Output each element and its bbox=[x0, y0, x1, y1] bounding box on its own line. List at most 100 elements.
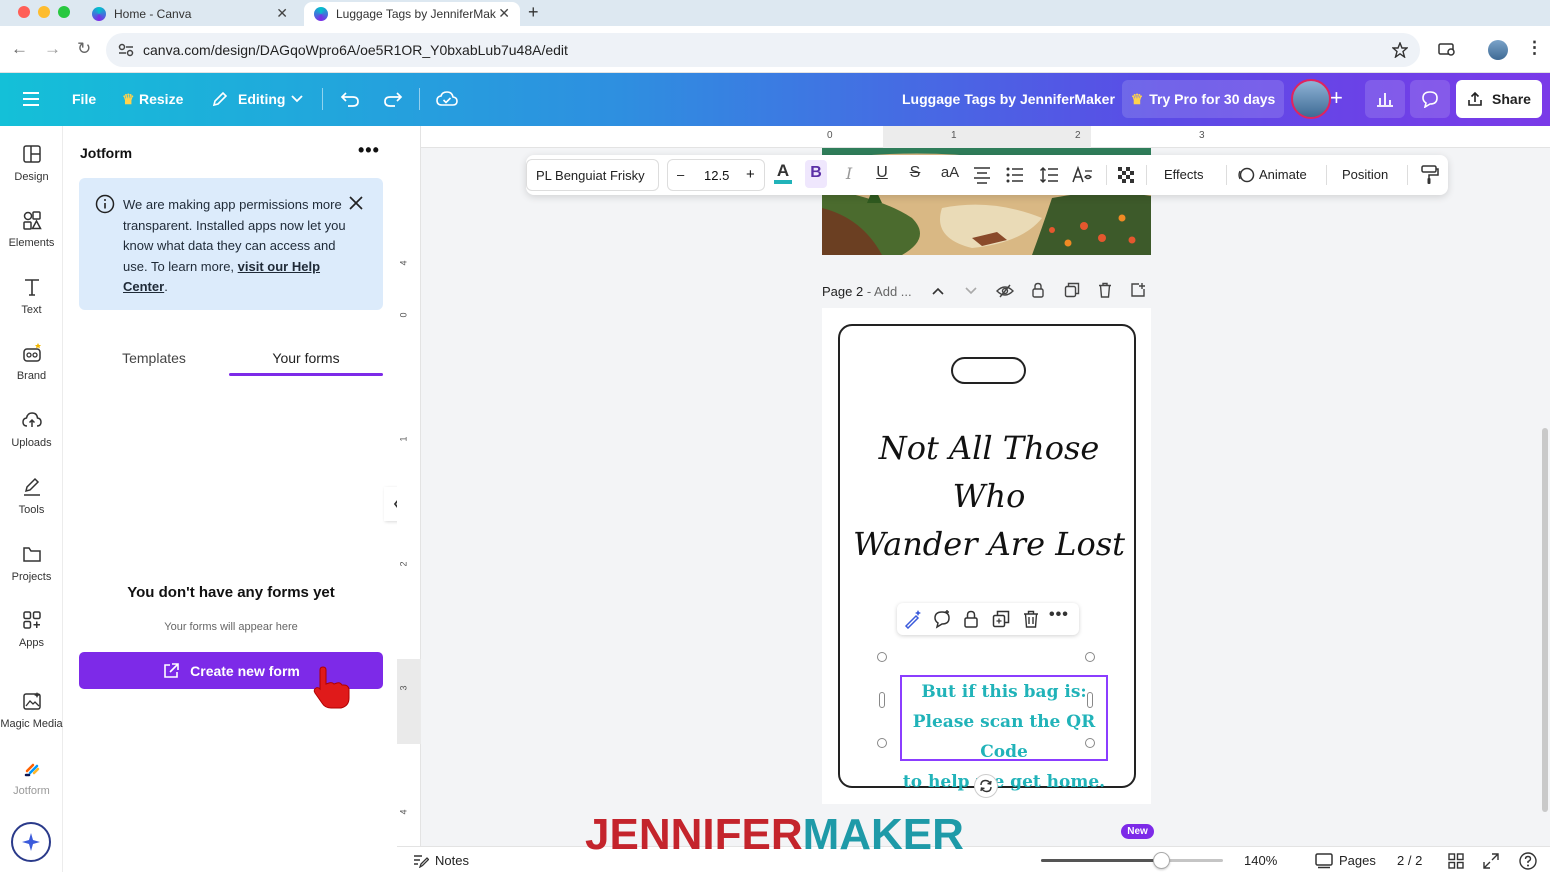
resize-handle-bottom-right[interactable] bbox=[1085, 738, 1095, 748]
page-2[interactable]: Not All Those Who Wander Are Lost But if… bbox=[822, 308, 1151, 804]
tag-slot-shape[interactable] bbox=[951, 357, 1026, 384]
tag-body-text[interactable]: But if this bag is: Please scan the QR C… bbox=[902, 677, 1106, 797]
bold-button[interactable]: B bbox=[805, 160, 827, 188]
delete-page-icon[interactable] bbox=[1098, 282, 1112, 298]
animate-button[interactable]: Animate bbox=[1259, 167, 1307, 182]
notes-icon[interactable] bbox=[413, 854, 429, 868]
pages-button[interactable]: Pages bbox=[1339, 853, 1376, 868]
resize-button[interactable]: Resize bbox=[139, 91, 183, 107]
notes-button[interactable]: Notes bbox=[435, 853, 469, 868]
page-title[interactable]: Page 2 - Add ... bbox=[822, 284, 912, 299]
profile-avatar[interactable] bbox=[1488, 40, 1508, 60]
tag-title-text[interactable]: Not All Those Who Wander Are Lost bbox=[840, 424, 1138, 568]
text-style-icon[interactable] bbox=[1072, 165, 1094, 185]
address-bar[interactable]: canva.com/design/DAGqoWpro6A/oe5R1OR_Y0b… bbox=[106, 33, 1420, 67]
align-center-icon[interactable] bbox=[973, 166, 991, 184]
transparency-icon[interactable] bbox=[1117, 166, 1135, 184]
hamburger-menu-icon[interactable] bbox=[23, 92, 39, 106]
chevron-up-icon[interactable] bbox=[932, 287, 944, 295]
redo-icon[interactable] bbox=[383, 90, 403, 108]
cloud-saved-icon[interactable] bbox=[436, 91, 458, 107]
strikethrough-button[interactable]: S bbox=[905, 164, 925, 182]
resize-handle-bottom-left[interactable] bbox=[877, 738, 887, 748]
share-button[interactable]: Share bbox=[1456, 80, 1542, 118]
fullscreen-icon[interactable] bbox=[1483, 853, 1499, 869]
line-spacing-icon[interactable] bbox=[1039, 166, 1059, 184]
copy-style-paint-roller-icon[interactable] bbox=[1421, 165, 1439, 185]
new-tab-button[interactable]: + bbox=[528, 2, 539, 23]
delete-element-icon[interactable] bbox=[1021, 609, 1041, 629]
more-options-icon[interactable]: ••• bbox=[358, 140, 380, 161]
site-settings-icon[interactable] bbox=[118, 43, 134, 57]
add-page-title[interactable]: - Add ... bbox=[863, 284, 912, 299]
chevron-down-icon[interactable] bbox=[291, 95, 303, 103]
magic-write-icon[interactable] bbox=[903, 609, 923, 629]
sidebar-item-elements[interactable]: Elements bbox=[0, 209, 63, 249]
duplicate-element-icon[interactable] bbox=[991, 609, 1011, 629]
resize-handle-right[interactable] bbox=[1087, 692, 1093, 708]
resize-handle-top-left[interactable] bbox=[877, 652, 887, 662]
bookmark-star-icon[interactable] bbox=[1392, 42, 1408, 58]
selected-text-box[interactable]: But if this bag is: Please scan the QR C… bbox=[900, 675, 1108, 792]
comments-button[interactable] bbox=[1410, 80, 1450, 118]
chevron-down-icon[interactable] bbox=[965, 287, 977, 295]
lock-icon[interactable] bbox=[1031, 282, 1045, 298]
help-icon[interactable] bbox=[1519, 852, 1537, 870]
letter-case-button[interactable]: aA bbox=[937, 164, 963, 181]
design-title[interactable]: Luggage Tags by JenniferMaker bbox=[902, 91, 1115, 107]
sidebar-item-projects[interactable]: Projects bbox=[0, 543, 63, 583]
cast-icon[interactable] bbox=[1438, 43, 1456, 57]
more-options-icon[interactable]: ••• bbox=[1049, 606, 1069, 626]
grid-view-icon[interactable] bbox=[1448, 853, 1464, 869]
sidebar-item-tools[interactable]: Tools bbox=[0, 476, 63, 516]
browser-tab-home[interactable]: Home - Canva ✕ bbox=[82, 2, 298, 26]
italic-button[interactable]: I bbox=[839, 164, 859, 183]
browser-menu-icon[interactable]: ⋮ bbox=[1526, 38, 1543, 58]
close-window-button[interactable] bbox=[18, 6, 30, 18]
zoom-slider-knob[interactable] bbox=[1153, 852, 1171, 869]
sidebar-item-magic-media[interactable]: Magic Media bbox=[0, 690, 63, 730]
close-icon[interactable] bbox=[349, 196, 363, 210]
sidebar-item-jotform[interactable]: Jotform bbox=[0, 757, 63, 797]
lock-element-icon[interactable] bbox=[961, 609, 981, 629]
pages-icon[interactable] bbox=[1315, 853, 1333, 869]
font-size-input[interactable]: 12.5 bbox=[704, 168, 729, 183]
resize-handle-left[interactable] bbox=[879, 692, 885, 708]
sidebar-item-text[interactable]: Text bbox=[0, 276, 63, 316]
file-menu[interactable]: File bbox=[72, 91, 96, 107]
user-avatar[interactable] bbox=[1291, 79, 1331, 119]
text-color-button[interactable]: A bbox=[772, 161, 794, 184]
browser-tab-luggage-tags[interactable]: Luggage Tags by JenniferMak ✕ bbox=[304, 2, 520, 26]
zoom-level[interactable]: 140% bbox=[1244, 853, 1277, 868]
effects-button[interactable]: Effects bbox=[1164, 167, 1204, 182]
hide-page-icon[interactable] bbox=[996, 283, 1014, 299]
canva-assistant-button[interactable] bbox=[11, 822, 51, 862]
close-tab-icon[interactable]: ✕ bbox=[498, 5, 510, 22]
add-comment-icon[interactable] bbox=[932, 609, 952, 629]
rotate-handle[interactable] bbox=[974, 774, 998, 798]
bullet-list-icon[interactable] bbox=[1006, 166, 1024, 184]
sidebar-item-uploads[interactable]: Uploads bbox=[0, 409, 63, 449]
sidebar-item-brand[interactable]: Brand bbox=[0, 342, 63, 382]
minimize-window-button[interactable] bbox=[38, 6, 50, 18]
sidebar-item-design[interactable]: Design bbox=[0, 143, 63, 183]
underline-button[interactable]: U bbox=[872, 164, 892, 182]
insights-button[interactable] bbox=[1365, 80, 1405, 118]
tab-your-forms[interactable]: Your forms bbox=[229, 350, 383, 366]
font-family-dropdown[interactable]: PL Benguiat Frisky bbox=[526, 159, 659, 191]
editing-mode-dropdown[interactable]: Editing bbox=[238, 91, 285, 107]
add-page-icon[interactable] bbox=[1130, 282, 1146, 298]
forward-arrow-icon[interactable]: → bbox=[44, 39, 61, 59]
animate-icon[interactable] bbox=[1237, 166, 1255, 184]
increase-font-size-button[interactable]: + bbox=[746, 166, 755, 183]
duplicate-page-icon[interactable] bbox=[1064, 282, 1080, 298]
vertical-scrollbar[interactable] bbox=[1542, 428, 1548, 812]
add-collaborator-icon[interactable]: + bbox=[1330, 85, 1343, 111]
decrease-font-size-button[interactable]: – bbox=[677, 167, 684, 182]
sidebar-item-apps[interactable]: Apps bbox=[0, 609, 63, 649]
undo-icon[interactable] bbox=[340, 90, 360, 108]
maximize-window-button[interactable] bbox=[58, 6, 70, 18]
close-tab-icon[interactable]: ✕ bbox=[276, 5, 288, 22]
back-arrow-icon[interactable]: ← bbox=[11, 39, 28, 59]
try-pro-button[interactable]: ♛ Try Pro for 30 days bbox=[1122, 80, 1284, 118]
